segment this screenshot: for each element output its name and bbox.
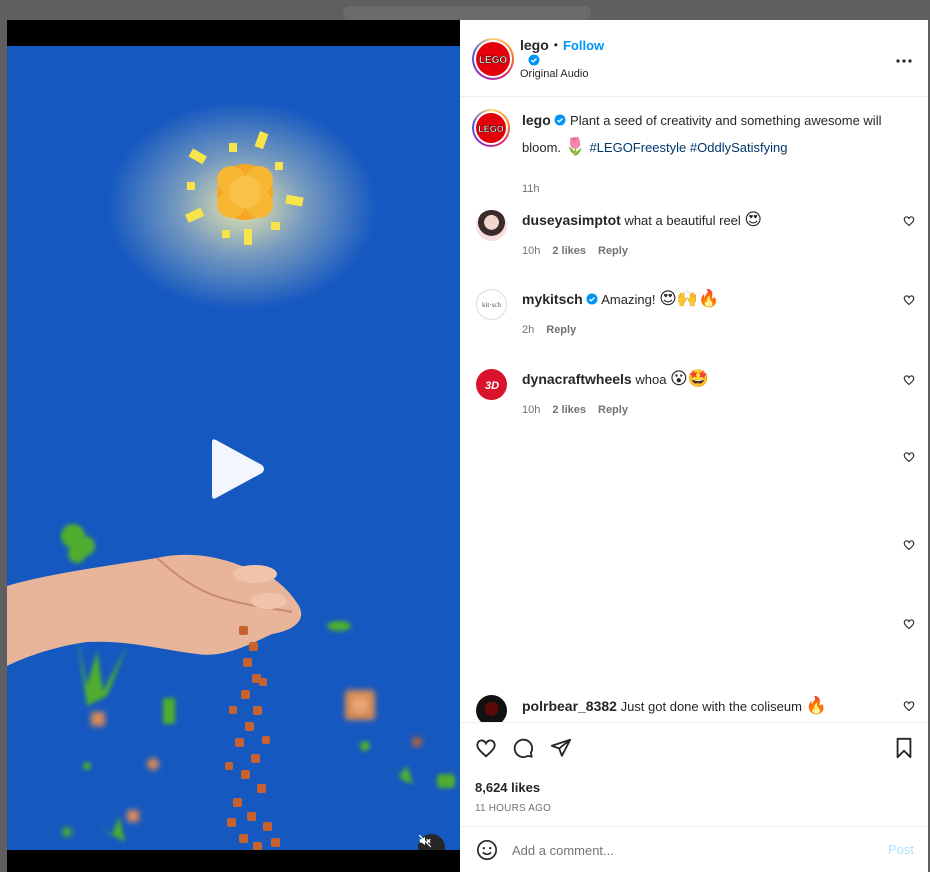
comment-text: polrbear_8382 Just got done with the col… — [522, 693, 892, 720]
comment-emoji: 😍🙌🔥 — [659, 289, 720, 309]
hashtag-oddlysatisfying[interactable]: #OddlySatisfying — [690, 140, 788, 155]
emoji-icon[interactable] — [476, 839, 498, 866]
comment-meta: 2h Reply — [522, 324, 576, 336]
comment-emoji: 😍 — [744, 210, 763, 230]
caption-username[interactable]: lego — [522, 112, 551, 128]
comment-time: 10h — [522, 404, 541, 416]
heart-icon[interactable] — [903, 373, 915, 391]
caption: LEGO lego Plant a seed of creativity and… — [460, 107, 928, 197]
caption-avatar[interactable]: LEGO — [472, 109, 510, 147]
comment-row: kit·sch mykitsch Amazing! 😍🙌🔥 2h Reply — [460, 281, 928, 356]
caption-time: 11h — [522, 183, 540, 195]
reply-button[interactable]: Reply — [546, 324, 576, 336]
author-username[interactable]: lego — [520, 37, 549, 53]
caption-timestamp: 11h — [522, 183, 540, 195]
add-comment-bar: Post — [460, 826, 928, 872]
lego-logo: LEGO — [478, 123, 504, 134]
heart-icon[interactable] — [903, 293, 915, 311]
comment-icon[interactable] — [512, 737, 534, 764]
comment-row: 3D dynacraftwheels whoa 😮🤩 10h 2 likes R… — [460, 361, 928, 436]
comment-time: 2h — [522, 324, 535, 336]
post-side-panel: LEGO lego • Follow Original Audio LEGO l… — [460, 20, 928, 872]
comment-body: what a beautiful reel — [624, 213, 741, 228]
heart-icon[interactable] — [475, 737, 497, 764]
lego-logo: LEGO — [479, 55, 507, 66]
post-timestamp: 11 HOURS AGO — [475, 803, 552, 814]
post-button[interactable]: Post — [888, 842, 914, 857]
comment-body: Amazing! — [601, 292, 656, 307]
action-bar: 8,624 likes 11 HOURS AGO — [460, 722, 928, 826]
media-panel — [7, 20, 460, 872]
heart-icon[interactable] — [903, 450, 915, 468]
comment-meta: 10h 2 likes Reply — [522, 245, 628, 257]
mute-icon — [418, 834, 432, 848]
original-audio-link[interactable]: Original Audio — [520, 68, 589, 80]
comment-input[interactable] — [512, 837, 872, 863]
post-footer: 8,624 likes 11 HOURS AGO — [460, 722, 928, 826]
separator-dot: • — [553, 38, 558, 52]
more-icon[interactable] — [896, 50, 912, 68]
avatar-text: kit·sch — [481, 300, 502, 309]
post-header: LEGO lego • Follow Original Audio — [460, 20, 928, 97]
heart-icon[interactable] — [903, 699, 915, 717]
reply-button[interactable]: Reply — [598, 404, 628, 416]
comment-username[interactable]: dynacraftwheels — [522, 371, 632, 387]
comment-emoji: 😮🤩 — [670, 369, 709, 389]
3d-logo-icon: 3D — [484, 380, 498, 392]
brick-stream — [225, 626, 280, 850]
comment-text: duseyasimptot what a beautiful reel 😍 — [522, 207, 892, 234]
comment-username[interactable]: duseyasimptot — [522, 212, 621, 228]
svg-text:LEGO: LEGO — [479, 55, 507, 66]
verified-icon — [554, 114, 566, 126]
tulip-emoji: 🌷 — [564, 137, 586, 157]
comment-body: Just got done with the coliseum — [620, 699, 802, 714]
comment-body: whoa — [635, 372, 667, 387]
comment-likes[interactable]: 2 likes — [552, 245, 586, 257]
comment-avatar[interactable]: kit·sch — [476, 289, 507, 320]
comment-username[interactable]: polrbear_8382 — [522, 698, 617, 714]
comment-row: duseyasimptot what a beautiful reel 😍 10… — [460, 202, 928, 277]
comment-text: mykitsch Amazing! 😍🙌🔥 — [522, 286, 892, 313]
heart-icon[interactable] — [903, 617, 915, 635]
comment-emoji: 🔥 — [805, 696, 827, 716]
comment-avatar[interactable]: 3D — [476, 369, 507, 400]
share-icon[interactable] — [550, 737, 572, 764]
save-icon[interactable] — [894, 737, 914, 764]
comment-username[interactable]: mykitsch — [522, 291, 583, 307]
author-name-row: lego • Follow — [520, 37, 604, 53]
blurred-bricks — [62, 690, 422, 837]
heart-icon[interactable] — [903, 538, 915, 556]
caption-text: lego Plant a seed of creativity and some… — [522, 107, 892, 161]
author-avatar[interactable]: LEGO — [472, 38, 514, 80]
comment-text: dynacraftwheels whoa 😮🤩 — [522, 366, 892, 393]
verified-icon — [586, 293, 598, 305]
comment-time: 10h — [522, 245, 541, 257]
follow-button[interactable]: Follow — [563, 38, 604, 53]
search-bar-ghost — [343, 6, 591, 20]
post-modal: LEGO lego • Follow Original Audio LEGO l… — [7, 20, 928, 872]
comment-likes[interactable]: 2 likes — [552, 404, 586, 416]
play-icon — [212, 439, 264, 499]
likes-count[interactable]: 8,624 likes — [475, 780, 540, 795]
comment-avatar[interactable] — [476, 210, 507, 241]
comment-meta: 10h 2 likes Reply — [522, 404, 628, 416]
svg-text:LEGO: LEGO — [478, 124, 504, 134]
hashtag-legofreestyle[interactable]: #LEGOFreestyle — [589, 140, 686, 155]
svg-text:3D: 3D — [484, 380, 498, 392]
browser-top-strip — [0, 0, 930, 20]
reel-video[interactable] — [7, 46, 460, 850]
heart-icon[interactable] — [903, 214, 915, 232]
reply-button[interactable]: Reply — [598, 245, 628, 257]
sun-bricks — [217, 164, 273, 220]
